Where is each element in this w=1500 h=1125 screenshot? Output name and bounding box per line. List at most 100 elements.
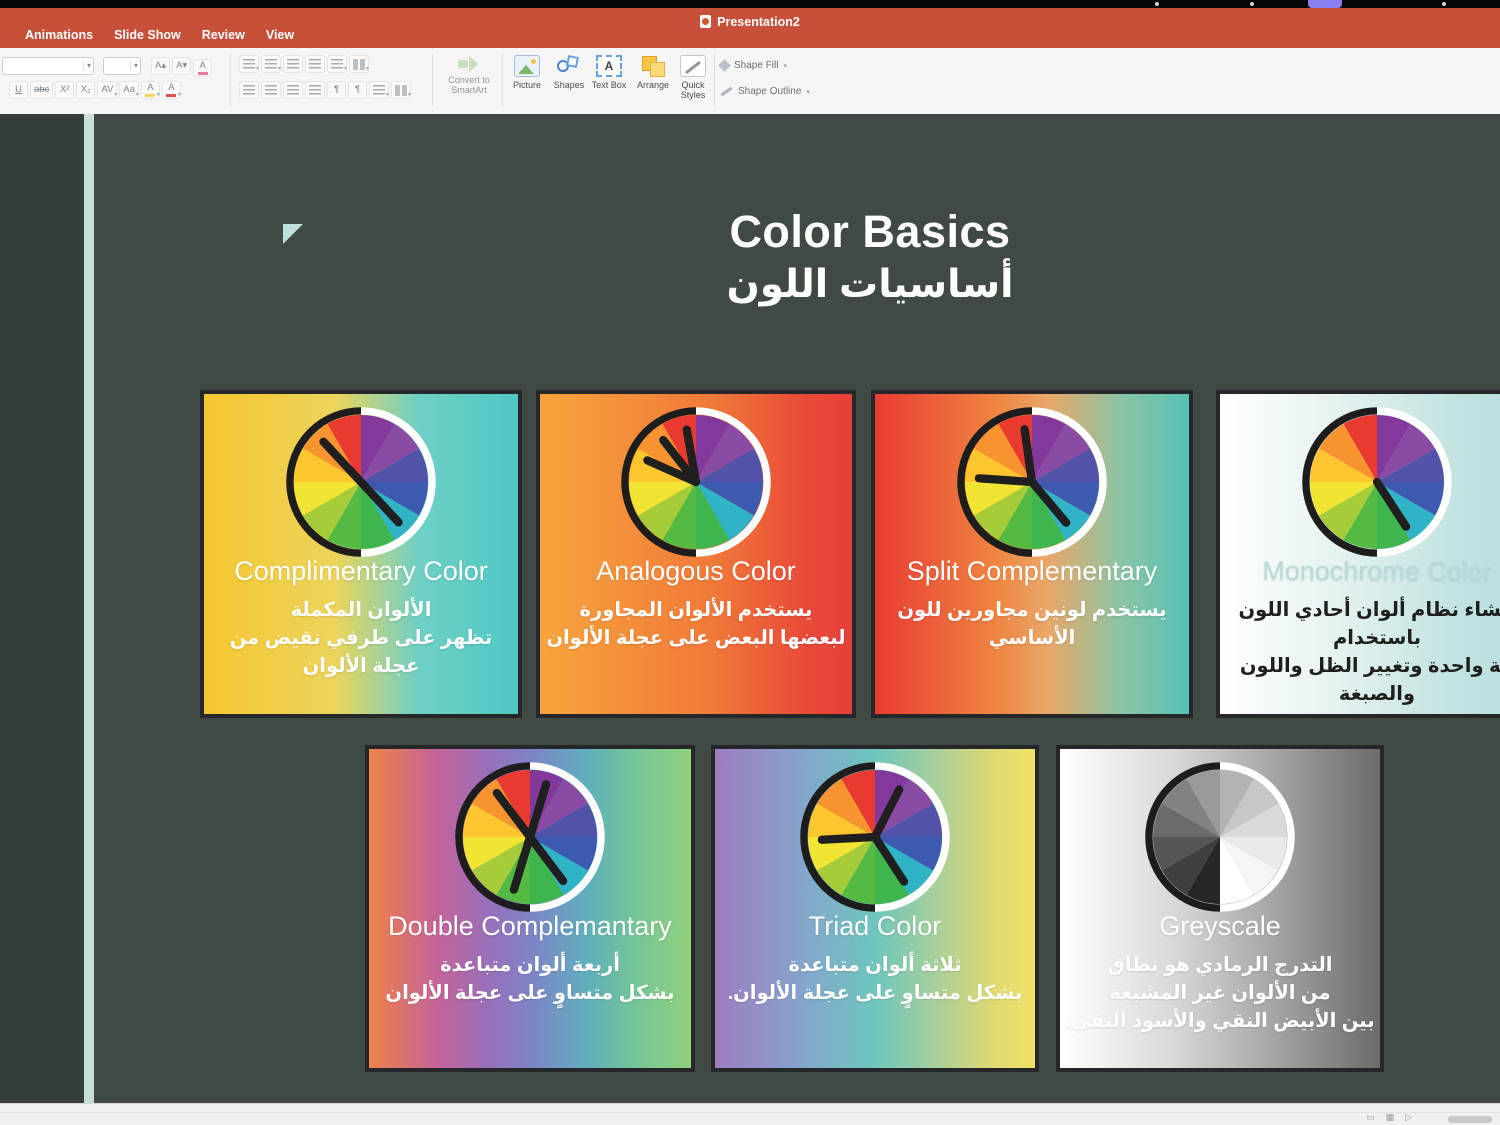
document-title-area: Presentation2 [0,15,1500,29]
subscript-button[interactable]: X₂ [76,81,95,99]
shape-fill-button[interactable]: Shape Fill ▾ [720,60,787,71]
text-box-button[interactable]: Text Box [588,55,630,90]
character-spacing-button[interactable]: AV▾ [97,81,117,99]
quick-styles-button[interactable]: Quick Styles [672,55,714,100]
card-description-arabic: أربعة ألوان متباعدة بشكل متساوٍ على عجلة… [385,951,674,1007]
group-divider [230,54,231,106]
chevron-down-icon: ▾ [783,62,787,70]
shapes-icon [556,55,582,77]
align-center-button[interactable] [261,81,281,99]
shape-fill-icon [718,59,731,72]
shrink-font-button[interactable]: A▾ [172,57,191,75]
card-monochrome-color[interactable]: Monochrome Color إنشاء نظام ألوان أحادي … [1216,390,1500,718]
text-box-icon [596,55,622,77]
chevron-down-icon: ▾ [806,88,810,96]
decrease-indent-button[interactable] [283,55,303,73]
shapes-button[interactable]: Shapes [548,55,590,90]
grow-font-button[interactable]: A▴ [151,57,170,75]
bullets-button[interactable]: ▾ [239,55,259,73]
picture-button[interactable]: Picture [506,55,548,90]
slide-accent-stripe [84,114,94,1103]
macos-menu-bar [0,0,1500,8]
shape-outline-icon [720,87,732,97]
shape-outline-button[interactable]: Shape Outline ▾ [720,86,810,97]
color-wheel-analogous [618,404,774,560]
underline-button[interactable]: U [9,81,28,99]
status-bar-divider [0,1112,1500,1113]
font-name-combo[interactable] [2,57,94,75]
normal-view-icon[interactable]: ▭ [1366,1112,1375,1123]
card-description-arabic: يستخدم لونين مجاورين للون الأساسي [875,596,1189,652]
justify-button[interactable] [305,81,325,99]
menubar-status-icon [1442,2,1446,6]
card-title: Triad Color [809,911,942,942]
arrange-button[interactable]: Arrange [632,55,674,90]
view-switcher: ▭ ▦ ▷ [1366,1112,1412,1123]
group-divider [714,54,715,106]
menubar-active-item[interactable] [1308,0,1342,8]
color-wheel-complementary [283,404,439,560]
slide-sorter-icon[interactable]: ▦ [1386,1112,1395,1123]
status-bar: ▭ ▦ ▷ [0,1103,1500,1125]
arrange-icon [640,55,666,77]
ltr-paragraph-button[interactable]: ¶ [327,81,346,99]
change-case-button[interactable]: Aa▾ [119,81,139,99]
decorative-triangle [283,224,303,244]
powerpoint-window: Presentation2 Animations Slide Show Revi… [0,0,1500,1125]
greyscale-wheel [1142,759,1298,915]
group-divider [432,54,433,106]
menubar-status-icon [1155,2,1159,6]
tab-animations[interactable]: Animations [25,28,93,42]
card-triad-color[interactable]: Triad Color ثلاثة ألوان متباعدة بشكل متس… [711,745,1039,1072]
vertical-align-button[interactable]: ▾ [369,81,389,99]
line-spacing-button[interactable]: ▾ [327,55,347,73]
card-description-arabic: ثلاثة ألوان متباعدة بشكل متساوٍ على عجلة… [728,951,1023,1007]
card-complementary-color[interactable]: Complimentary Color الألوان المكملة تظهر… [200,390,522,718]
tab-slide-show[interactable]: Slide Show [114,28,181,42]
card-description-arabic: الألوان المكملة تظهر على طرفي نقيض من عج… [204,596,518,680]
tab-view[interactable]: View [266,28,294,42]
color-wheel-split-complementary [954,404,1110,560]
slide-title-arabic[interactable]: أساسيات اللون [560,262,1180,307]
quick-styles-icon [680,55,706,77]
tab-review[interactable]: Review [202,28,245,42]
insert-placeholder-button[interactable]: ▾ [391,81,411,99]
color-wheel-triad [797,759,953,915]
ribbon-tabs: Animations Slide Show Review View [25,28,294,42]
ribbon-toolbar: A▴A▾A UabcX²X₂AV▾Aa▾A▾A▾ ▾▾▾▾ ¶¶▾▾ Conve… [0,48,1500,115]
horizontal-scrollbar-thumb[interactable] [1448,1116,1492,1123]
superscript-button[interactable]: X² [55,81,74,99]
card-split-complementary[interactable]: Split Complementary يستخدم لونين مجاورين… [871,390,1193,718]
smartart-icon [457,55,481,73]
card-description-arabic: يستخدم الألوان المجاورة لبعضها البعض على… [546,596,845,652]
align-left-button[interactable] [239,81,259,99]
columns-button[interactable]: ▾ [349,55,369,73]
card-analogous-color[interactable]: Analogous Color يستخدم الألوان المجاورة … [536,390,856,718]
card-title: Greyscale [1159,911,1281,942]
card-double-complementary[interactable]: Double Complemantary أربعة ألوان متباعدة… [365,745,695,1072]
card-title: Double Complemantary [388,911,672,942]
card-greyscale[interactable]: Greyscale التدرج الرمادي هو نطاق من الأل… [1056,745,1384,1072]
increase-indent-button[interactable] [305,55,325,73]
numbering-button[interactable]: ▾ [261,55,281,73]
card-description-arabic: إنشاء نظام ألوان أحادي اللون باستخدام غة… [1220,596,1500,708]
slideshow-icon[interactable]: ▷ [1405,1112,1412,1123]
rtl-paragraph-button[interactable]: ¶ [348,81,367,99]
slide-left-margin [0,114,84,1103]
card-title: Split Complementary [907,556,1158,587]
clear-formatting-button[interactable]: A [193,59,212,77]
align-right-button[interactable] [283,81,303,99]
strikethrough-button[interactable]: abc [30,81,53,99]
slide-canvas[interactable]: Color Basics أساسيات اللون Complimentary… [0,114,1500,1103]
text-highlight-button[interactable]: A▾ [141,81,160,99]
slide-title[interactable]: Color Basics [560,206,1180,258]
group-divider [502,54,503,106]
picture-icon [514,55,540,77]
font-color-button[interactable]: A▾ [162,81,181,99]
convert-to-smartart-button[interactable]: Convert to SmartArt [438,55,500,95]
card-description-arabic: التدرج الرمادي هو نطاق من الألوان غير ال… [1065,951,1374,1035]
font-size-combo[interactable] [103,57,141,75]
card-title: Complimentary Color [234,556,488,587]
card-title: Analogous Color [596,556,796,587]
powerpoint-title-bar: Presentation2 Animations Slide Show Revi… [0,8,1500,48]
